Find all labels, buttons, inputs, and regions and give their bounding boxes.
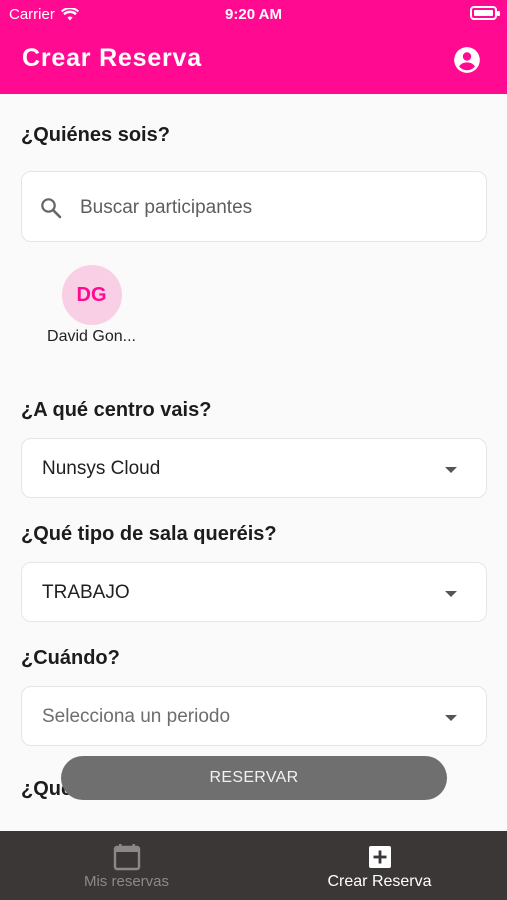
period-select[interactable]: Selecciona un periodo [21,686,487,746]
status-time: 9:20 AM [225,6,282,23]
participant-search-field[interactable]: Buscar participantes [21,171,487,242]
nav-label-my-reservations: Mis reservas [83,873,169,890]
room-type-select[interactable]: TRABAJO [21,562,487,622]
avatar: DG [61,265,122,325]
add-box-icon [369,846,391,868]
bottom-nav: Mis reservas Crear Reserva [0,831,507,900]
when-label: ¿Cuándo? [21,647,120,669]
dropdown-arrow-icon [445,715,457,721]
nav-item-create-reservation[interactable]: Crear Reserva [253,831,506,900]
center-select-value: Nunsys Cloud [42,458,161,479]
dropdown-arrow-icon [445,467,457,473]
participant-chip[interactable]: DG David Gon... [44,265,139,346]
calendar-icon [113,844,141,871]
room-type-label: ¿Qué tipo de sala queréis? [21,523,277,545]
page-title: Crear Reserva [22,44,202,72]
nav-item-my-reservations[interactable]: Mis reservas [0,831,253,900]
search-icon [41,198,62,219]
account-circle-icon[interactable] [453,46,481,74]
nav-label-create-reservation: Crear Reserva [327,873,432,890]
participants-label: ¿Quiénes sois? [21,124,170,146]
reserve-button[interactable]: RESERVAR [61,756,447,800]
period-select-placeholder: Selecciona un periodo [42,706,231,727]
status-bar: Carrier 9:20 AM [0,0,507,28]
center-label: ¿A qué centro vais? [21,399,212,421]
search-input[interactable]: Buscar participantes [80,197,252,219]
room-type-select-value: TRABAJO [42,582,130,603]
dropdown-arrow-icon [445,591,457,597]
battery-icon [470,6,500,20]
participant-name: David Gon... [47,328,136,345]
app-header: Carrier 9:20 AM Crear Reserva [0,0,507,94]
center-select[interactable]: Nunsys Cloud [21,438,487,498]
